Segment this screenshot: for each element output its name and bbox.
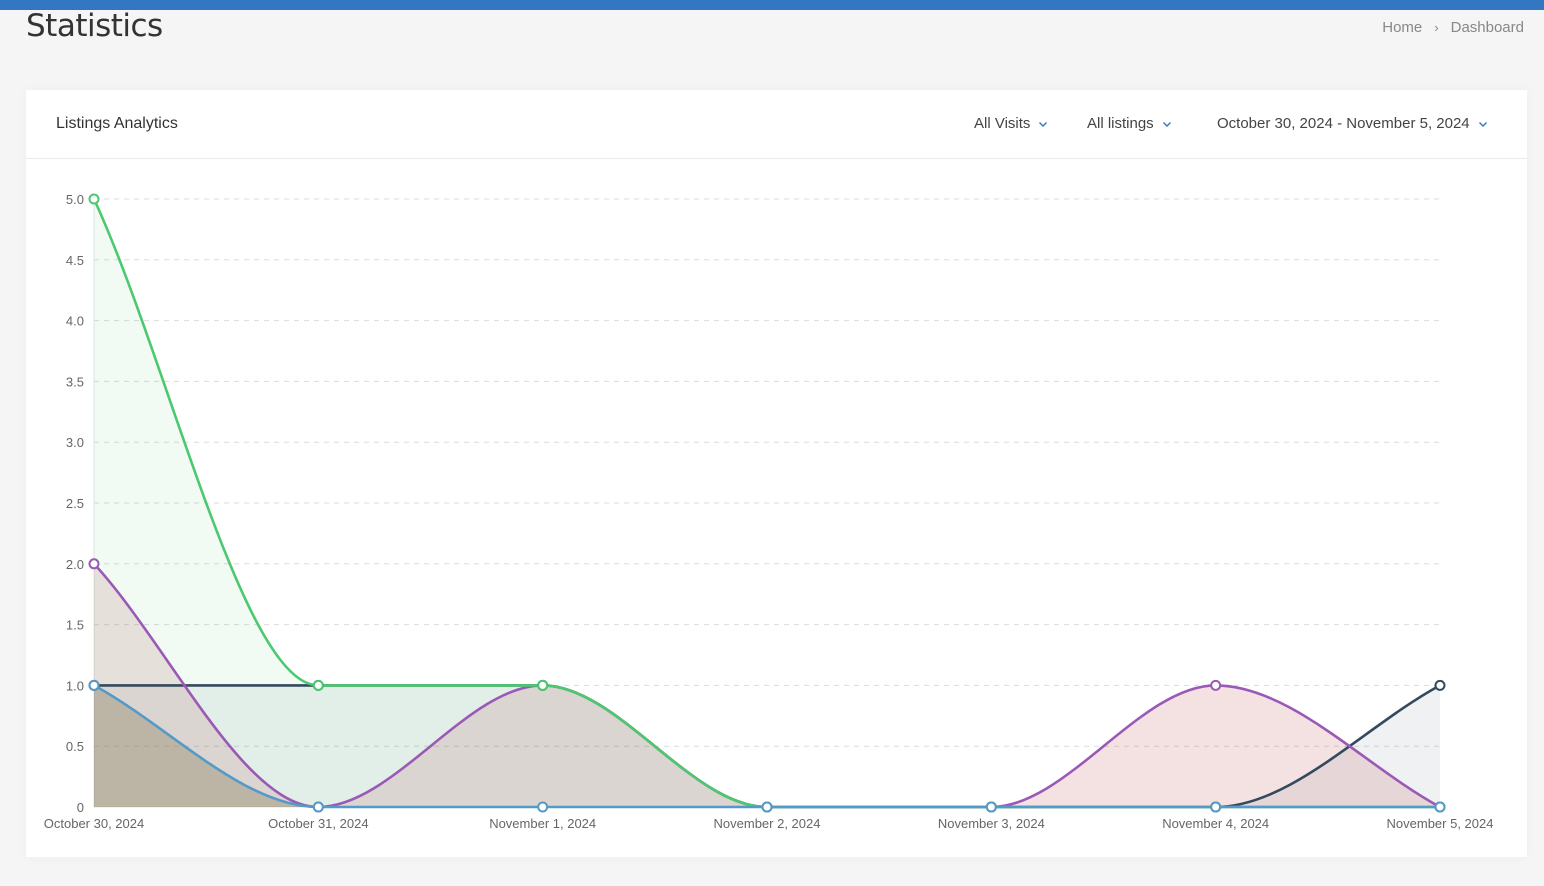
data-point: [537, 679, 549, 691]
data-point: [1434, 801, 1446, 813]
x-tick-label: November 4, 2024: [1162, 816, 1269, 831]
data-point: [88, 193, 100, 205]
x-tick-label: November 1, 2024: [489, 816, 596, 831]
data-point: [1210, 679, 1222, 691]
y-tick-label: 1.0: [66, 678, 84, 693]
data-point: [312, 801, 324, 813]
x-tick-label: November 5, 2024: [1387, 816, 1494, 831]
y-tick-label: 5.0: [66, 192, 84, 207]
data-point: [1210, 801, 1222, 813]
data-point: [537, 801, 549, 813]
data-point: [88, 679, 100, 691]
y-tick-label: 4.5: [66, 253, 84, 268]
y-tick-label: 2.5: [66, 496, 84, 511]
y-tick-label: 4.0: [66, 314, 84, 329]
x-tick-label: November 3, 2024: [938, 816, 1045, 831]
listings-analytics-chart: 0 0.5 1.0 1.5 2.0 2.5 3.0 3.5 4.0 4.5 5.0 October 3…: [44, 192, 1494, 831]
data-point: [88, 558, 100, 570]
y-tick-label: 1.5: [66, 618, 84, 633]
y-tick-label: 0.5: [66, 739, 84, 754]
x-tick-label: November 2, 2024: [714, 816, 821, 831]
y-tick-label: 3.0: [66, 435, 84, 450]
y-tick-label: 0: [77, 800, 84, 815]
x-tick-label: October 31, 2024: [268, 816, 368, 831]
data-point: [312, 679, 324, 691]
y-tick-label: 2.0: [66, 557, 84, 572]
y-tick-label: 3.5: [66, 374, 84, 389]
data-point: [985, 801, 997, 813]
x-tick-label: October 30, 2024: [44, 816, 144, 831]
data-point: [1434, 679, 1446, 691]
data-point: [761, 801, 773, 813]
